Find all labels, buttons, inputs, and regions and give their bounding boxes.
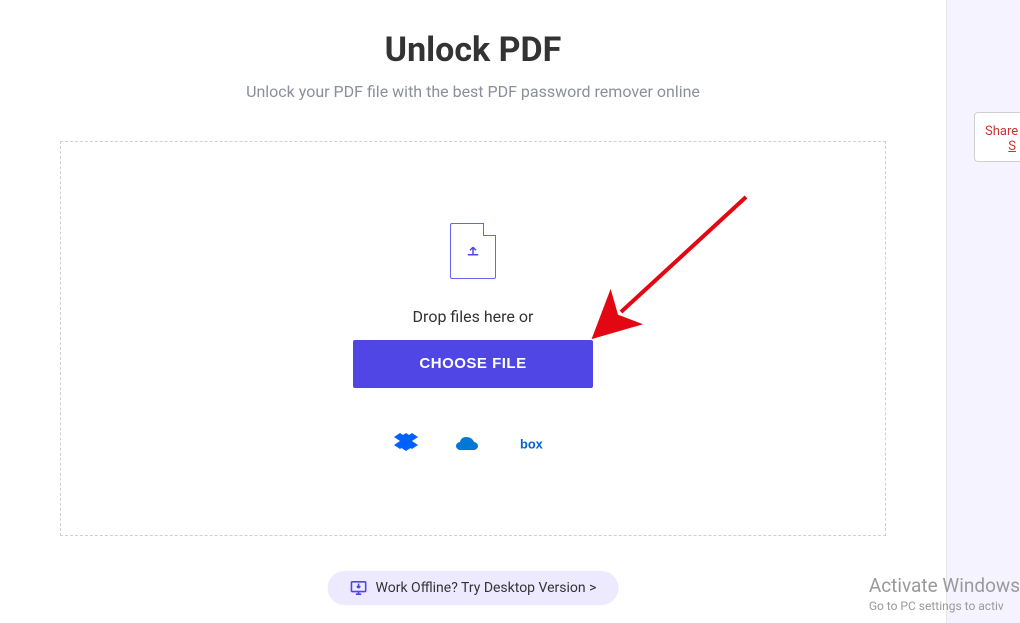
file-dropzone[interactable]: Drop files here or CHOOSE FILE box: [60, 141, 886, 536]
upload-file-icon: [450, 223, 496, 279]
share-label: Share: [985, 124, 1018, 139]
desktop-version-link[interactable]: Work Offline? Try Desktop Version >: [328, 571, 619, 605]
watermark-title: Activate Windows: [869, 574, 1020, 597]
cloud-providers: box: [394, 433, 552, 455]
desktop-download-icon: [350, 580, 368, 596]
share-s: S: [985, 139, 1016, 154]
windows-activation-watermark: Activate Windows Go to PC settings to ac…: [869, 574, 1020, 613]
page-subtitle: Unlock your PDF file with the best PDF p…: [0, 82, 946, 101]
annotation-arrow-icon: [561, 187, 761, 347]
page-title: Unlock PDF: [0, 0, 946, 70]
choose-file-button[interactable]: CHOOSE FILE: [353, 340, 593, 388]
onedrive-icon[interactable]: [456, 435, 482, 453]
drop-text: Drop files here or: [413, 307, 534, 326]
watermark-subtitle: Go to PC settings to activ: [869, 599, 1020, 613]
desktop-version-label: Work Offline? Try Desktop Version >: [376, 580, 597, 596]
svg-text:box: box: [520, 436, 544, 451]
box-icon[interactable]: box: [520, 435, 552, 453]
main-panel: Unlock PDF Unlock your PDF file with the…: [0, 0, 947, 623]
dropbox-icon[interactable]: [394, 433, 418, 455]
share-widget[interactable]: Share S: [974, 112, 1020, 162]
